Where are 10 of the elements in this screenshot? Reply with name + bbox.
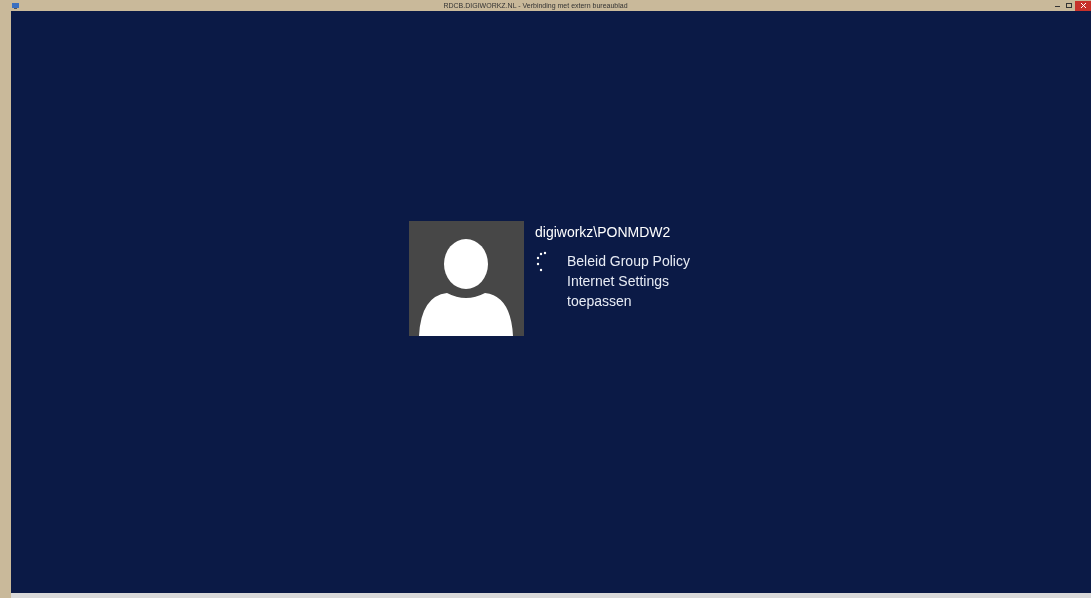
maximize-icon: [1066, 3, 1072, 8]
minimize-icon: [1054, 4, 1060, 7]
close-button[interactable]: [1075, 0, 1091, 11]
loading-spinner-icon: [535, 251, 547, 273]
status-message: Beleid Group Policy Internet Settings toepassen: [567, 252, 691, 311]
maximize-button[interactable]: [1063, 0, 1075, 11]
app-icon: [12, 1, 20, 10]
username: digiworkz\PONMDW2: [535, 223, 672, 241]
close-icon: [1080, 3, 1086, 8]
horizontal-scrollbar[interactable]: [11, 593, 1091, 598]
